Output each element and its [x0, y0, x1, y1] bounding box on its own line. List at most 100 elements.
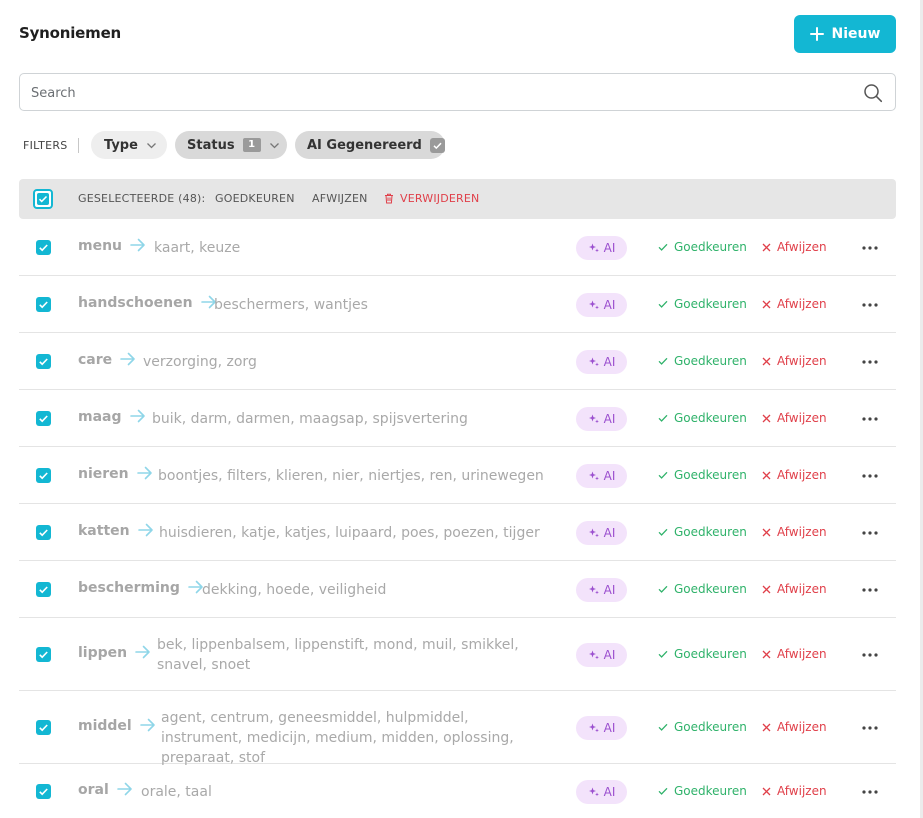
approve-button[interactable]: Goedkeuren — [658, 784, 747, 798]
reject-label: Afwijzen — [777, 354, 827, 368]
reject-button[interactable]: Afwijzen — [762, 240, 827, 254]
row-menu-button[interactable] — [861, 240, 879, 256]
check-icon — [658, 650, 668, 658]
row-menu-button[interactable] — [861, 784, 879, 800]
approve-button[interactable]: Goedkeuren — [658, 354, 747, 368]
more-icon — [862, 303, 878, 307]
synonym-term[interactable]: menu — [78, 238, 153, 254]
row-menu-button[interactable] — [861, 525, 879, 541]
synonym-term[interactable]: maag — [78, 409, 153, 425]
check-icon — [658, 300, 668, 308]
status-filter-label: Status — [187, 137, 235, 153]
term-label: bescherming — [78, 580, 180, 596]
synonym-term[interactable]: nieren — [78, 466, 160, 482]
synonym-term[interactable]: oral — [78, 782, 140, 798]
close-icon — [762, 471, 771, 479]
more-icon — [862, 653, 878, 657]
status-filter-chip[interactable]: Status 1 — [175, 131, 287, 159]
approve-button[interactable]: Goedkeuren — [658, 297, 747, 311]
ai-generated-filter-chip[interactable]: AI Gegenereerd — [295, 131, 445, 159]
row-checkbox[interactable] — [36, 784, 51, 799]
reject-label: Afwijzen — [777, 720, 827, 734]
approve-label: Goedkeuren — [674, 354, 747, 368]
approve-button[interactable]: Goedkeuren — [658, 468, 747, 482]
row-menu-button[interactable] — [861, 468, 879, 484]
close-icon — [762, 357, 771, 365]
synonym-term[interactable]: lippen — [78, 645, 158, 661]
reject-button[interactable]: Afwijzen — [762, 720, 827, 734]
row-menu-button[interactable] — [861, 411, 879, 427]
row-menu-button[interactable] — [861, 720, 879, 736]
reject-button[interactable]: Afwijzen — [762, 784, 827, 798]
ai-badge: AI — [576, 350, 627, 374]
search-input[interactable] — [31, 83, 851, 103]
ai-badge-label: AI — [603, 241, 616, 255]
bulk-reject-button[interactable]: AFWIJZEN — [312, 192, 368, 205]
new-synonym-button[interactable]: Nieuw — [794, 15, 896, 53]
row-checkbox[interactable] — [36, 582, 51, 597]
row-menu-button[interactable] — [861, 354, 879, 370]
term-label: handschoenen — [78, 295, 193, 311]
synonym-term[interactable]: middel — [78, 718, 163, 734]
ai-badge: AI — [576, 578, 627, 602]
trash-icon — [385, 193, 393, 204]
ai-badge: AI — [576, 716, 627, 740]
page-header: Synoniemen Nieuw — [0, 0, 923, 70]
row-checkbox[interactable] — [36, 525, 51, 540]
search-icon[interactable] — [863, 83, 883, 103]
approve-button[interactable]: Goedkeuren — [658, 525, 747, 539]
selected-count: GESELECTEERDE (48): — [78, 192, 206, 205]
approve-label: Goedkeuren — [674, 411, 747, 425]
synonym-term[interactable]: handschoenen — [78, 295, 224, 311]
type-filter-chip[interactable]: Type — [91, 131, 167, 159]
synonym-values: huisdieren, katje, katjes, luipaard, poe… — [159, 525, 540, 541]
row-menu-button[interactable] — [861, 647, 879, 663]
term-label: middel — [78, 718, 132, 734]
reject-button[interactable]: Afwijzen — [762, 582, 827, 596]
row-checkbox[interactable] — [36, 354, 51, 369]
check-icon — [658, 723, 668, 731]
ai-badge-label: AI — [603, 526, 616, 540]
reject-button[interactable]: Afwijzen — [762, 354, 827, 368]
synonym-term[interactable]: katten — [78, 523, 161, 539]
reject-label: Afwijzen — [777, 468, 827, 482]
arrow-right-icon — [120, 352, 135, 366]
approve-label: Goedkeuren — [674, 297, 747, 311]
reject-button[interactable]: Afwijzen — [762, 647, 827, 661]
approve-button[interactable]: Goedkeuren — [658, 411, 747, 425]
ai-filter-label: AI Gegenereerd — [307, 137, 422, 153]
row-checkbox[interactable] — [36, 468, 51, 483]
check-icon — [658, 787, 668, 795]
bulk-approve-button[interactable]: GOEDKEUREN — [215, 192, 295, 205]
sparkle-icon — [588, 414, 599, 424]
approve-button[interactable]: Goedkeuren — [658, 582, 747, 596]
reject-button[interactable]: Afwijzen — [762, 411, 827, 425]
synonym-row: nieren boontjes, filters, klieren, nier, … — [19, 447, 896, 504]
row-checkbox[interactable] — [36, 720, 51, 735]
reject-label: Afwijzen — [777, 582, 827, 596]
bulk-delete-button[interactable]: VERWIJDEREN — [384, 192, 479, 205]
row-checkbox[interactable] — [36, 411, 51, 426]
row-checkbox[interactable] — [36, 297, 51, 312]
term-label: katten — [78, 523, 130, 539]
check-icon — [658, 357, 668, 365]
synonym-term[interactable]: bescherming — [78, 580, 211, 596]
row-checkbox[interactable] — [36, 240, 51, 255]
select-all-checkbox[interactable] — [33, 189, 53, 209]
ai-badge-label: AI — [603, 648, 616, 662]
row-menu-button[interactable] — [861, 297, 879, 313]
close-icon — [762, 528, 771, 536]
approve-button[interactable]: Goedkeuren — [658, 647, 747, 661]
ai-badge-label: AI — [603, 583, 616, 597]
reject-label: Afwijzen — [777, 297, 827, 311]
approve-button[interactable]: Goedkeuren — [658, 240, 747, 254]
row-menu-button[interactable] — [861, 582, 879, 598]
reject-button[interactable]: Afwijzen — [762, 297, 827, 311]
synonym-term[interactable]: care — [78, 352, 143, 368]
check-icon — [38, 195, 48, 203]
more-icon — [862, 246, 878, 250]
reject-button[interactable]: Afwijzen — [762, 468, 827, 482]
approve-button[interactable]: Goedkeuren — [658, 720, 747, 734]
reject-button[interactable]: Afwijzen — [762, 525, 827, 539]
row-checkbox[interactable] — [36, 647, 51, 662]
